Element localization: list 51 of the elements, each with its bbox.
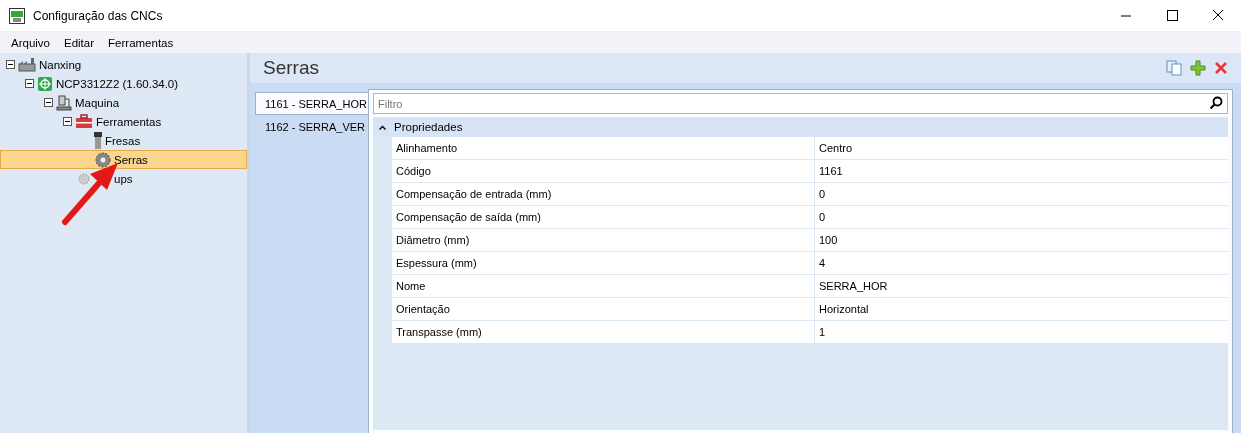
tree-item[interactable]: Fresas bbox=[0, 131, 247, 150]
tree-item[interactable]: ups bbox=[0, 169, 247, 188]
property-value[interactable]: 4 bbox=[815, 252, 1228, 274]
tree-item[interactable]: NCP3312Z2 (1.60.34.0) bbox=[0, 74, 247, 93]
app-icon bbox=[9, 7, 25, 24]
collapse-icon[interactable] bbox=[379, 124, 386, 130]
property-name: Compensação de entrada (mm) bbox=[392, 183, 815, 205]
tab[interactable]: 1161 - SERRA_HOR bbox=[255, 92, 368, 115]
end-mill-icon bbox=[94, 132, 102, 149]
property-name: Compensação de saída (mm) bbox=[392, 206, 815, 228]
panel-title: Serras bbox=[263, 57, 319, 79]
property-value[interactable]: 1161 bbox=[815, 160, 1228, 182]
property-value[interactable]: 1 bbox=[815, 321, 1228, 343]
saw-blade-icon bbox=[95, 151, 111, 168]
menu-item[interactable]: Arquivo bbox=[4, 36, 57, 49]
tree-item[interactable]: Ferramentas bbox=[0, 112, 247, 131]
property-value[interactable]: Centro bbox=[815, 137, 1228, 159]
property-name: Nome bbox=[392, 275, 815, 297]
property-value[interactable]: Horizontal bbox=[815, 298, 1228, 320]
property-value[interactable]: 0 bbox=[815, 206, 1228, 228]
tree-item[interactable]: Nanxing bbox=[0, 55, 247, 74]
filter-field[interactable]: Filtro bbox=[373, 93, 1228, 114]
search-icon[interactable] bbox=[1209, 96, 1223, 110]
category-header[interactable]: Propriedades bbox=[373, 117, 1228, 137]
collapse-icon[interactable] bbox=[63, 117, 72, 126]
collapse-icon[interactable] bbox=[25, 79, 34, 88]
add-icon[interactable] bbox=[1190, 60, 1206, 76]
property-name: Transpasse (mm) bbox=[392, 321, 815, 343]
property-name: Código bbox=[392, 160, 815, 182]
property-name: Orientação bbox=[392, 298, 815, 320]
tree-item[interactable]: Maquina bbox=[0, 93, 247, 112]
property-value[interactable]: 100 bbox=[815, 229, 1228, 251]
delete-icon[interactable] bbox=[1214, 61, 1228, 75]
circuit-board-icon bbox=[37, 75, 53, 92]
collapse-icon[interactable] bbox=[6, 60, 15, 69]
property-name: Espessura (mm) bbox=[392, 252, 815, 274]
collapse-icon[interactable] bbox=[44, 98, 53, 107]
gear-icon bbox=[75, 172, 93, 185]
property-name: Alinhamento bbox=[392, 137, 815, 159]
tab[interactable]: 1162 - SERRA_VER bbox=[255, 115, 368, 138]
category-label: Propriedades bbox=[394, 121, 463, 133]
toolbox-icon bbox=[75, 114, 93, 129]
machine-icon bbox=[56, 94, 72, 111]
menu-item[interactable]: Ferramentas bbox=[101, 36, 181, 49]
property-value[interactable]: 0 bbox=[815, 183, 1228, 205]
property-name: Diâmetro (mm) bbox=[392, 229, 815, 251]
menu-item[interactable]: Editar bbox=[57, 36, 102, 49]
window-title: Configuração das CNCs bbox=[33, 8, 163, 23]
tree-item[interactable]: Serras bbox=[0, 150, 247, 169]
property-value[interactable]: SERRA_HOR bbox=[815, 275, 1228, 297]
factory-icon bbox=[18, 57, 36, 72]
